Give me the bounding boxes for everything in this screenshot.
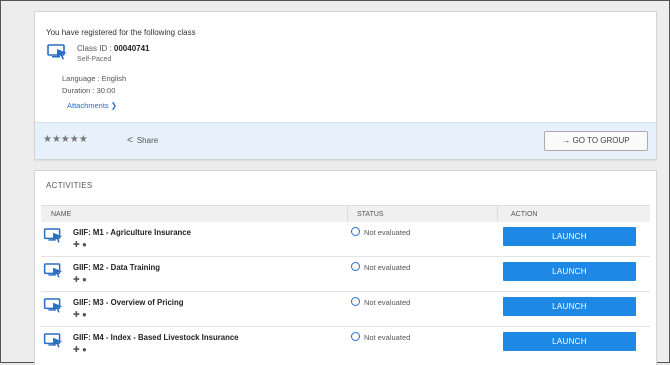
class-id-value: 00040741	[113, 44, 150, 53]
registration-intro: You have registered for the following cl…	[46, 28, 196, 37]
activity-row: GIIF: M2 - Data Training ✚ ● Not evaluat…	[41, 257, 650, 292]
launch-button[interactable]: LAUNCH	[503, 297, 636, 316]
activity-status: Not evaluated	[351, 297, 410, 307]
empty-circle-icon	[351, 332, 360, 341]
status-text: Not evaluated	[364, 333, 411, 342]
activity-row: GIIF: M4 - Index - Based Livestock Insur…	[41, 327, 650, 361]
computer-cursor-icon	[43, 228, 63, 243]
duration: Duration : 30:00	[62, 86, 116, 95]
platform-icons: ✚ ●	[73, 240, 87, 249]
activities-title: ACTIVITIES	[46, 181, 93, 190]
empty-circle-icon	[351, 262, 360, 271]
launch-button[interactable]: LAUNCH	[503, 332, 636, 351]
attachments-link[interactable]: Attachments ❯	[67, 101, 117, 110]
language: Language : English	[62, 74, 127, 83]
activity-title[interactable]: GIIF: M2 - Data Training	[73, 263, 160, 272]
computer-cursor-icon	[43, 263, 63, 278]
activity-status: Not evaluated	[351, 262, 410, 272]
share-label: Share	[136, 136, 159, 145]
divider	[347, 206, 348, 222]
activities-table-header: NAME STATUS ACTION	[41, 205, 650, 222]
activity-title[interactable]: GIIF: M1 - Agriculture Insurance	[73, 228, 191, 237]
status-text: Not evaluated	[364, 228, 411, 237]
activity-row: GIIF: M3 - Overview of Pricing ✚ ● Not e…	[41, 292, 650, 327]
android-icon: ✚	[73, 345, 80, 354]
computer-cursor-icon	[43, 333, 63, 348]
class-id-label: Class ID :	[77, 44, 114, 53]
platform-icons: ✚ ●	[73, 345, 87, 354]
divider	[497, 206, 498, 222]
empty-circle-icon	[351, 297, 360, 306]
computer-cursor-icon	[47, 44, 67, 60]
rating-stars[interactable]: ★★★★★	[43, 134, 88, 145]
platform-icons: ✚ ●	[73, 310, 87, 319]
status-text: Not evaluated	[364, 298, 411, 307]
empty-circle-icon	[351, 227, 360, 236]
platform-icons: ✚ ●	[73, 275, 87, 284]
class-toolbar: ★★★★★ < Share → GO TO GROUP	[35, 122, 656, 159]
computer-cursor-icon	[43, 298, 63, 313]
apple-icon: ●	[81, 345, 87, 354]
column-action: ACTION	[511, 211, 538, 218]
status-text: Not evaluated	[364, 263, 411, 272]
activity-status: Not evaluated	[351, 227, 410, 237]
apple-icon: ●	[81, 310, 87, 319]
go-to-group-button[interactable]: → GO TO GROUP	[544, 131, 648, 151]
android-icon: ✚	[73, 275, 80, 284]
launch-button[interactable]: LAUNCH	[503, 227, 636, 246]
registration-card: You have registered for the following cl…	[34, 11, 657, 160]
launch-button[interactable]: LAUNCH	[503, 262, 636, 281]
column-name: NAME	[51, 211, 72, 218]
class-id: Class ID : 00040741	[77, 44, 150, 53]
activity-title[interactable]: GIIF: M4 - Index - Based Livestock Insur…	[73, 333, 239, 342]
share-icon: <	[127, 135, 133, 146]
activity-title[interactable]: GIIF: M3 - Overview of Pricing	[73, 298, 183, 307]
android-icon: ✚	[73, 240, 80, 249]
android-icon: ✚	[73, 310, 80, 319]
activity-row: GIIF: M1 - Agriculture Insurance ✚ ● Not…	[41, 222, 650, 257]
class-type: Self-Paced	[77, 56, 112, 63]
column-status: STATUS	[357, 211, 384, 218]
activities-card: ACTIVITIES NAME STATUS ACTION GIIF: M1 -…	[34, 170, 657, 365]
apple-icon: ●	[81, 240, 87, 249]
apple-icon: ●	[81, 275, 87, 284]
activity-status: Not evaluated	[351, 332, 410, 342]
page-frame: You have registered for the following cl…	[0, 0, 670, 365]
share-button[interactable]: < Share	[127, 135, 158, 146]
